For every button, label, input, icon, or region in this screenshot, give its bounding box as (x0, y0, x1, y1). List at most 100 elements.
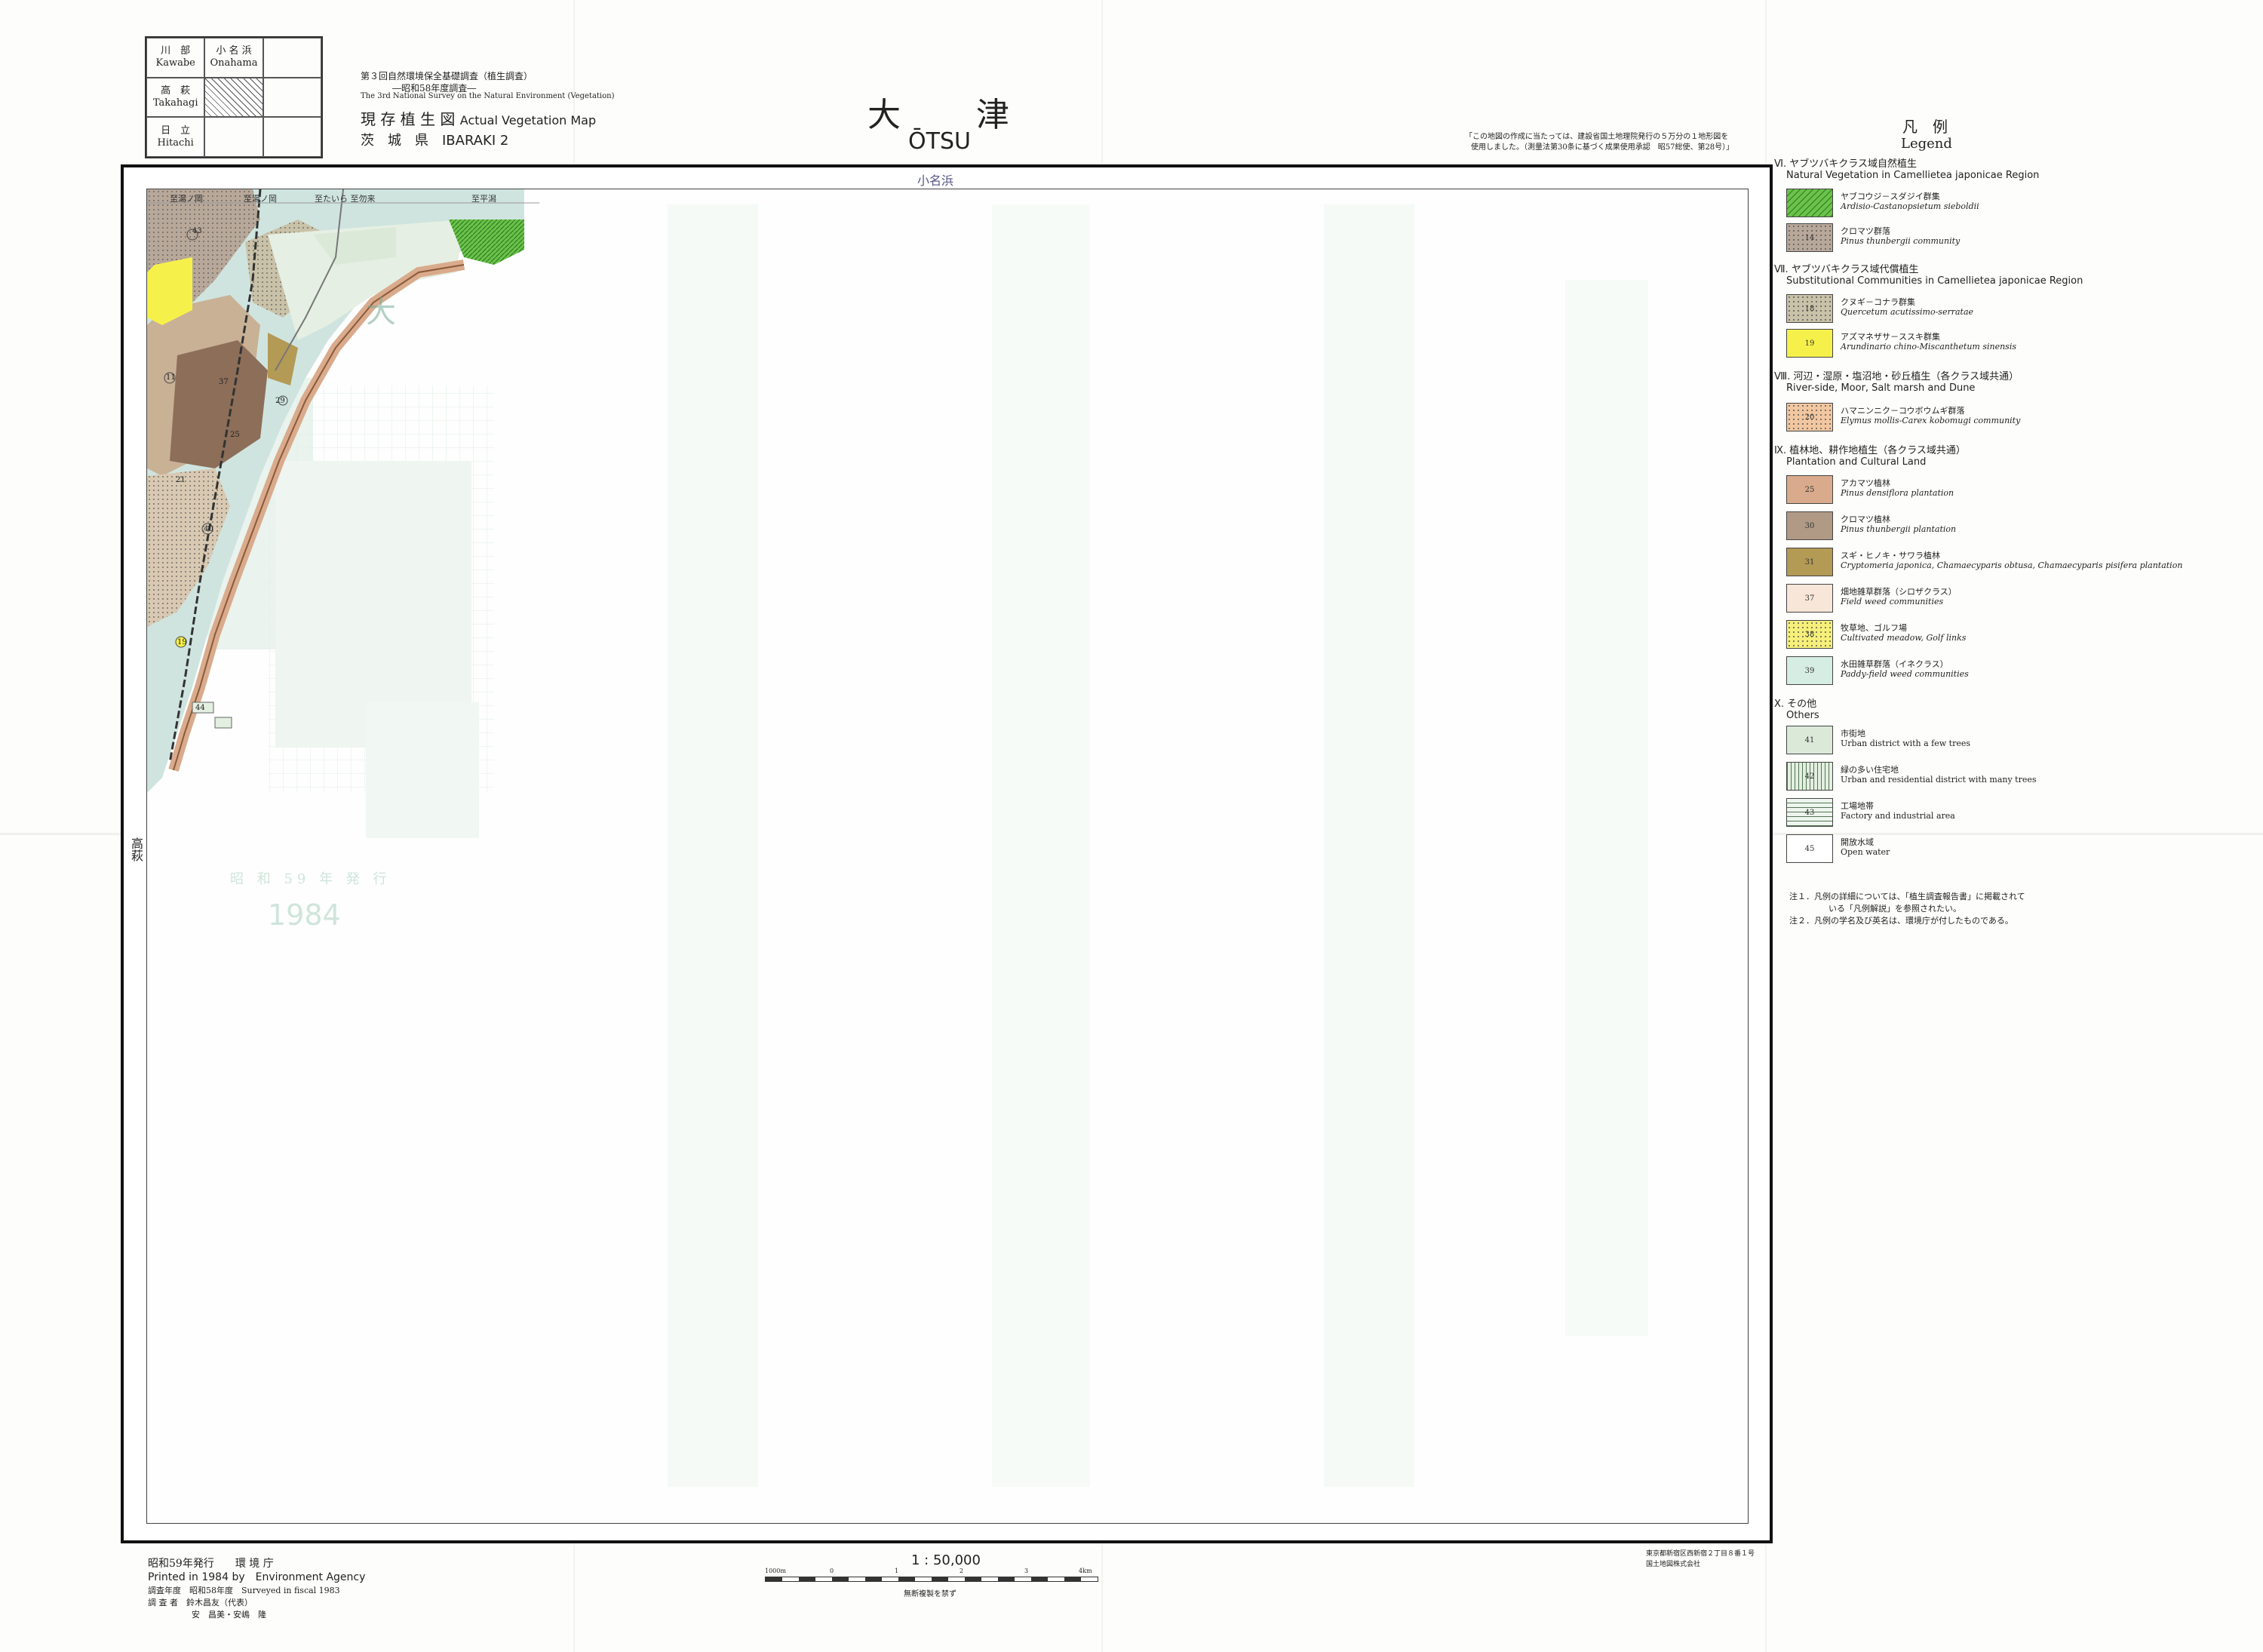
legend-item-en: Paddy-field weed communities (1841, 669, 1969, 679)
legend-section-title-jp: Ⅵ. ヤブツバキクラス域自然植生 (1774, 158, 1917, 170)
adjacent-sheet-west: 高萩 (129, 837, 143, 861)
legend-item-en: Pinus densiflora plantation (1841, 488, 1954, 498)
legend-item: 42 緑の多い住宅地 Urban and residential district … (1786, 762, 2239, 798)
legend-item-jp: 畑地雑草群落（シロザクラス） (1841, 587, 1957, 597)
index-cell: 小 名 浜 Onahama (204, 38, 263, 78)
printed-en: Printed in 1984 by Environment Agency (148, 1571, 366, 1583)
ghost-title: 大 (366, 295, 396, 330)
legend-section-header: Ⅹ. その他 Others (1774, 699, 1819, 721)
scale-tick-0: 1000m (765, 1568, 786, 1574)
index-cell-en: Onahama (210, 57, 258, 69)
index-cell: 川 部 Kawabe (146, 38, 205, 78)
map-area[interactable]: 至湯ノ岡 至湯ノ岡 至たいら 至勿来 至平潟 大 1984 昭 和 59 年 発… (146, 189, 1749, 1524)
legend-item-jp: アズマネザサ－ススキ群集 (1841, 332, 1940, 342)
legend-item-jp: クヌギ－コナラ群集 (1841, 297, 1915, 307)
map-frame: 至湯ノ岡 至湯ノ岡 至たいら 至勿来 至平潟 大 1984 昭 和 59 年 発… (121, 164, 1773, 1543)
legend-item-en: Factory and industrial area (1841, 811, 1955, 821)
index-cell-jp: 川 部 (161, 45, 191, 57)
map-source-note-1: 「この地図の作成に当たっては、建設省国土地理院発行の５万分の１地形図を (1465, 133, 1729, 141)
scale-tick-2: 1 (895, 1568, 899, 1574)
ghost-showthrough (207, 204, 1648, 1487)
adjacent-sheet-north: 小名浜 (917, 173, 954, 188)
legend-item-en: Urban and residential district with many… (1841, 775, 2037, 785)
map-code-9: 44 (195, 704, 205, 712)
legend-item-jp: スギ・ヒノキ・サワラ植林 (1841, 551, 1940, 560)
map-code-6: 19 (177, 638, 187, 646)
legend-item: 25 アカマツ植林 Pinus densiflora plantation (1786, 475, 2239, 511)
index-cell-jp: 高 萩 (161, 84, 191, 97)
legend-item: 20 ハマニンニク－コウボウムギ群落 Elymus mollis-Carex kob… (1786, 403, 2239, 439)
legend-item: 45 開放水域 Open water (1786, 834, 2239, 871)
legend-item-en: Pinus thunbergii community (1841, 236, 1961, 246)
survey-title-jp: 第３回自然環境保全基礎調査（植生調査） (361, 71, 533, 81)
sheet-title-en: ŌTSU (908, 128, 971, 155)
legend-item: 39 水田雑草群落（イネクラス） Paddy-field weed communit… (1786, 656, 2239, 692)
legend-swatch: 30 (1786, 511, 1833, 540)
scale-tick-4: 3 (1024, 1568, 1029, 1574)
index-cell-en: Takahagi (152, 97, 198, 109)
index-cell (263, 38, 321, 78)
index-cell-en: Kawabe (155, 57, 195, 69)
legend-swatch: 31 (1786, 548, 1833, 576)
map-label-3: 至たいら 至勿来 (315, 194, 376, 204)
scale-tick-3: 2 (960, 1568, 964, 1574)
legend-section-title-jp: Ⅶ. ヤブツバキクラス域代償植生 (1774, 264, 1919, 275)
legend-swatch (1786, 189, 1833, 217)
legend-item-en: Arundinario chino-Miscanthetum sinensis (1841, 342, 2016, 352)
legend-item-en: Elymus mollis-Carex kobomugi community (1841, 416, 2021, 425)
legend-section-title-jp: Ⅸ. 植林地、耕作地植生（各クラス域共通） (1774, 445, 1966, 456)
legend-swatch: 14 (1786, 223, 1833, 252)
legend-item: 19 アズマネザサ－ススキ群集 Arundinario chino-Miscanth… (1786, 329, 2239, 365)
map-code-5: 37 (219, 378, 229, 386)
legend-item-jp: 開放水域 (1841, 837, 1874, 847)
legend-section-title-en: River-side, Moor, Salt marsh and Dune (1786, 382, 1976, 394)
legend-section-header: Ⅷ. 河辺・湿原・塩沼地・砂丘植生（各クラス域共通） River-side, Mo… (1774, 371, 2019, 394)
surveyors-line-1: 調 査 者 鈴木昌友（代表） (148, 1598, 253, 1607)
legend-swatch: 25 (1786, 475, 1833, 504)
legend-item: 38 牧草地、ゴルフ場 Cultivated meadow, Golf links (1786, 620, 2239, 656)
no-reproduction-note: 無断複製を禁ず (904, 1590, 956, 1598)
issued-jp: 昭和59年発行 環 境 庁 (148, 1558, 274, 1570)
legend-item: ヤブコウジ－スダジイ群集 Ardisio-Castanopsietum siebo… (1786, 189, 2239, 225)
legend-item-en: Quercetum acutissimo-serratae (1841, 307, 1974, 317)
legend-title-en: Legend (1901, 136, 1952, 152)
legend-section-title-jp: Ⅷ. 河辺・湿原・塩沼地・砂丘植生（各クラス域共通） (1774, 371, 2019, 382)
legend-item: 18 クヌギ－コナラ群集 Quercetum acutissimo-serratae (1786, 294, 2239, 330)
legend-item-en: Ardisio-Castanopsietum sieboldii (1841, 201, 1979, 211)
legend-item: 31 スギ・ヒノキ・サワラ植林 Cryptomeria japonica, Cham… (1786, 548, 2239, 584)
legend-item-jp: ヤブコウジ－スダジイ群集 (1841, 192, 1940, 201)
legend-section-title-en: Plantation and Cultural Land (1786, 456, 1927, 468)
map-source-note-2: 使用しました。（測量法第30条に基づく成果使用承認 昭57総使、第28号）」 (1471, 143, 1734, 152)
legend-swatch: 18 (1786, 294, 1833, 323)
legend-item-jp: 牧草地、ゴルフ場 (1841, 623, 1907, 633)
survey-year-line: 調査年度 昭和58年度 Surveyed in fiscal 1983 (148, 1586, 340, 1595)
legend-swatch: 38 (1786, 620, 1833, 649)
map-label-4: 至平潟 (471, 194, 496, 204)
index-cell-en: Hitachi (157, 137, 194, 149)
legend-item: 41 市街地 Urban district with a few trees (1786, 726, 2239, 762)
legend-item: 30 クロマツ植林 Pinus thunbergii plantation (1786, 511, 2239, 548)
legend-section-header: Ⅵ. ヤブツバキクラス域自然植生 Natural Vegetation in Ca… (1774, 158, 2039, 181)
legend-title-jp: 凡 例 (1902, 118, 1948, 136)
legend-note: 注１．凡例の詳細については、「植生調査報告書」に掲載されて (1789, 892, 2025, 901)
map-label-2: 至湯ノ岡 (244, 194, 277, 204)
legend-item: 37 畑地雑草群落（シロザクラス） Field weed communities (1786, 584, 2239, 620)
index-cell: 日 立 Hitachi (146, 117, 205, 157)
legend-item-en: Pinus thunbergii plantation (1841, 524, 1957, 534)
index-cell (204, 77, 263, 118)
map-code-3: 29 (275, 397, 285, 405)
legend-item-jp: ハマニンニク－コウボウムギ群落 (1841, 406, 1965, 416)
legend-section-title-en: Substitutional Communities in Camelliete… (1786, 275, 2083, 287)
prefecture-label: 茨 城 県 IBARAKI 2 (361, 133, 509, 149)
index-cell (263, 77, 321, 118)
map-scale: 1 : 50,000 (911, 1552, 981, 1568)
legend-section-title-en: Others (1786, 710, 1819, 721)
legend-item-en: Field weed communities (1841, 597, 1944, 606)
legend-item-en: Open water (1841, 847, 1890, 857)
ghost-year: 1984 (268, 898, 341, 932)
legend-section-header: Ⅶ. ヤブツバキクラス域代償植生 Substitutional Communiti… (1774, 264, 2083, 287)
surveyors-line-2: 安 昌美・安嶋 隆 (192, 1610, 266, 1620)
index-map-grid: 川 部 Kawabe 小 名 浜 Onahama 高 萩 Takahagi 日 立 Hitac… (145, 36, 323, 158)
scale-tick-1: 0 (830, 1568, 834, 1574)
index-cell (263, 117, 321, 157)
